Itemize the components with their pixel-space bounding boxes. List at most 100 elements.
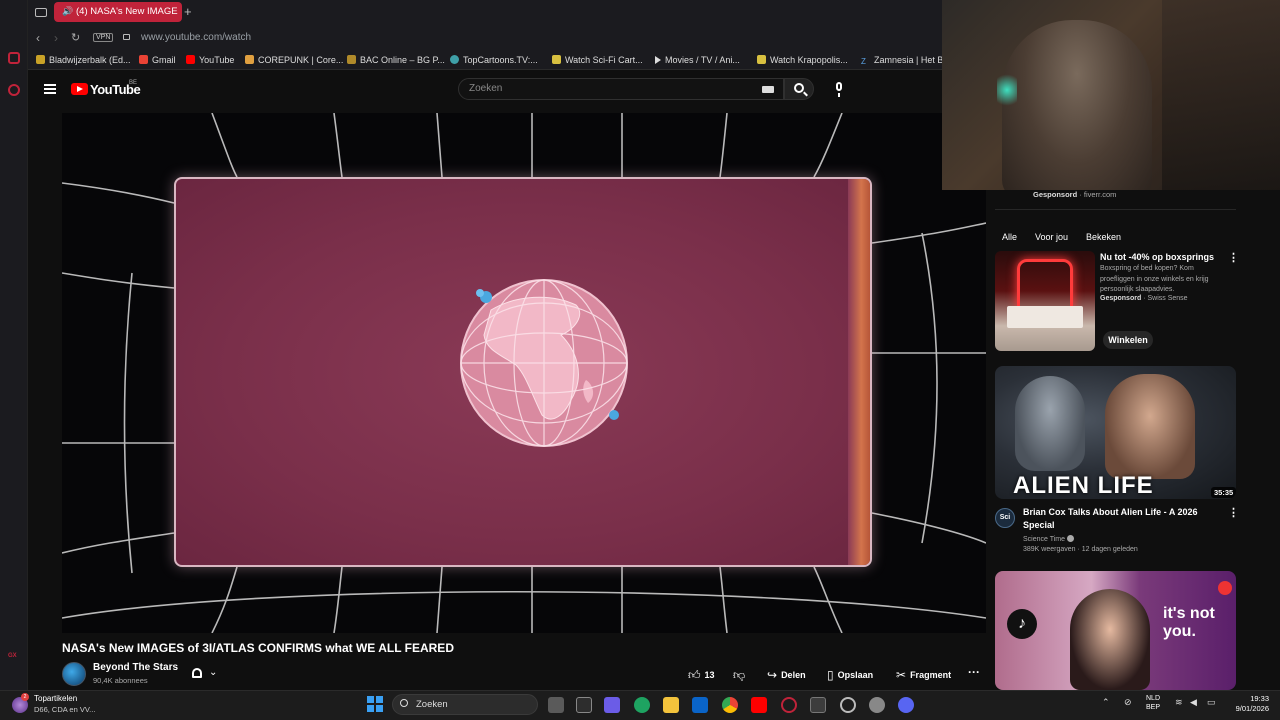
tab-manager-icon[interactable] (35, 8, 47, 17)
channel-name[interactable]: Beyond The Stars (93, 662, 178, 673)
search-icon[interactable] (794, 83, 804, 93)
language-indicator[interactable]: NLD BEP (1146, 694, 1160, 712)
taskbar-search-label: Zoeken (416, 699, 448, 710)
tray-chevron-up-icon[interactable]: ⌃ (1102, 697, 1110, 708)
opera-taskbar-icon[interactable] (781, 697, 797, 713)
outlook-icon[interactable] (692, 697, 708, 713)
alien-figure (1015, 376, 1085, 471)
bookmark-bac-online[interactable]: BAC Online – BG P... (347, 55, 445, 65)
filter-chip-for-you[interactable]: Voor jou (1028, 229, 1075, 245)
opera-sidebar: GX (0, 0, 28, 690)
bookmark-zamnesia[interactable]: Z Zamnesia | Het Be (861, 55, 948, 66)
network-off-icon[interactable]: ⊘ (1124, 697, 1132, 708)
youtube-icon (186, 55, 195, 64)
play-icon (655, 56, 661, 64)
channel-avatar[interactable] (62, 662, 86, 686)
channel-avatar-science-time[interactable]: Sci (995, 508, 1015, 528)
speaker-icon[interactable]: 🔊 (62, 6, 73, 17)
youtube-app-icon[interactable] (751, 697, 767, 713)
vpn-badge[interactable]: VPN (93, 33, 114, 42)
microphone-icon[interactable] (836, 82, 842, 97)
ad-title[interactable]: Nu tot -40% op boxsprings (1100, 252, 1214, 262)
channel-name-science-time[interactable]: Science Time (1023, 535, 1074, 543)
more-actions-button[interactable]: ··· (968, 665, 980, 679)
shop-button[interactable]: Winkelen (1103, 331, 1153, 349)
battery-icon[interactable]: ▭ (1207, 697, 1216, 708)
volume-icon[interactable]: ◀ (1190, 697, 1197, 708)
task-view-icon[interactable] (548, 697, 564, 713)
sidebar-gx-icon[interactable]: GX (8, 653, 17, 659)
like-button[interactable]: 👍︎ 13 (688, 668, 715, 683)
url-field[interactable]: www.youtube.com/watch (141, 32, 251, 43)
tab-active-youtube[interactable]: 🔊 (4) NASA's New IMAGE (54, 2, 182, 22)
scissors-icon: ✂ (896, 668, 907, 682)
video-thumbnail-alien-life[interactable]: ALIEN LIFE 35:35 (995, 366, 1236, 499)
bookmark-folder[interactable]: Bladwijzerbalk (Ed... (36, 55, 131, 65)
video-title-alien-life[interactable]: Brian Cox Talks About Alien Life - A 202… (1023, 506, 1223, 532)
bookmark-scifi[interactable]: Watch Sci-Fi Cart... (552, 55, 643, 65)
youtube-logo-icon[interactable] (71, 83, 88, 95)
edge-icon[interactable] (634, 697, 650, 713)
lock-icon[interactable] (123, 34, 130, 40)
video-more-icon[interactable]: ⋮ (1228, 506, 1239, 519)
tab-title: (4) NASA's New IMAGE (76, 6, 178, 17)
chrome-icon[interactable] (722, 697, 738, 713)
heart-badge-icon (1218, 581, 1232, 595)
teams-icon[interactable] (604, 697, 620, 713)
windows-start-icon[interactable] (367, 696, 383, 712)
settings-gear-icon[interactable] (869, 697, 885, 713)
light-glow (997, 70, 1017, 110)
video-meta: 389K weergaven · 12 dagen geleden (1023, 546, 1138, 553)
dislike-button[interactable]: 👎︎ (733, 668, 749, 683)
verified-icon (1066, 535, 1074, 542)
chevron-down-icon[interactable]: ⌄ (209, 667, 217, 678)
video-player[interactable] (62, 113, 986, 633)
bookmark-corepunk[interactable]: COREPUNK | Core... (245, 55, 343, 65)
thumbnail-text-2: it's not you. (1163, 605, 1215, 640)
subscriber-count: 90,4K abonnees (93, 676, 148, 685)
store-icon[interactable] (576, 697, 592, 713)
keyboard-icon[interactable] (762, 86, 774, 93)
bell-icon[interactable] (192, 668, 202, 678)
menu-icon[interactable] (44, 84, 56, 94)
gmail-icon (139, 55, 148, 64)
forward-icon[interactable]: › (54, 31, 58, 45)
wifi-icon[interactable]: ≋ (1175, 697, 1183, 708)
save-button[interactable]: ▯ Opslaan (827, 668, 873, 682)
tiktok-icon: ♪ (1007, 609, 1037, 639)
topcartoons-icon (450, 55, 459, 64)
ad-thumbnail[interactable] (995, 251, 1095, 351)
scifi-icon (552, 55, 561, 64)
bookmark-gmail[interactable]: Gmail (139, 55, 176, 65)
video-duration: 35:35 (1211, 487, 1236, 498)
back-icon[interactable]: ‹ (36, 31, 40, 45)
steam-icon[interactable] (840, 697, 856, 713)
calculator-icon[interactable] (810, 697, 826, 713)
discord-icon[interactable] (898, 697, 914, 713)
filter-chip-all[interactable]: Alle (995, 229, 1024, 245)
ad-more-icon[interactable]: ⋮ (1228, 251, 1239, 264)
krapopolis-icon (757, 55, 766, 64)
video-thumbnail-not-you[interactable]: ♪ it's not you. (995, 571, 1236, 690)
sidebar-history-icon[interactable] (8, 84, 20, 96)
clip-button[interactable]: ✂ Fragment (896, 668, 951, 682)
reload-icon[interactable]: ↻ (71, 31, 80, 44)
sidebar-bag-icon[interactable] (8, 52, 20, 64)
video-screen-frame (174, 177, 872, 567)
filter-chip-watched[interactable]: Bekeken (1079, 229, 1128, 245)
share-icon: ↪ (767, 668, 778, 682)
share-button[interactable]: ↪ Delen (767, 668, 806, 682)
ad-description: Boxspring of bed kopen? Kom proefliggen … (1100, 265, 1209, 293)
system-clock[interactable]: 19:33 9/01/2026 (1229, 694, 1269, 714)
globe-icon (460, 279, 628, 447)
new-tab-button[interactable]: + (184, 4, 192, 19)
bookmark-movies[interactable]: Movies / TV / Ani... (655, 55, 740, 65)
bookmark-youtube[interactable]: YouTube (186, 55, 234, 65)
top-ad-divider (995, 209, 1236, 210)
bookmark-topcartoons[interactable]: TopCartoons.TV:... (450, 55, 538, 65)
news-widget-title[interactable]: Topartikelen (34, 694, 77, 703)
file-explorer-icon[interactable] (663, 697, 679, 713)
bookmark-krapopolis[interactable]: Watch Krapopolis... (757, 55, 848, 65)
search-input[interactable] (458, 78, 784, 100)
taskbar-search[interactable] (392, 694, 538, 715)
